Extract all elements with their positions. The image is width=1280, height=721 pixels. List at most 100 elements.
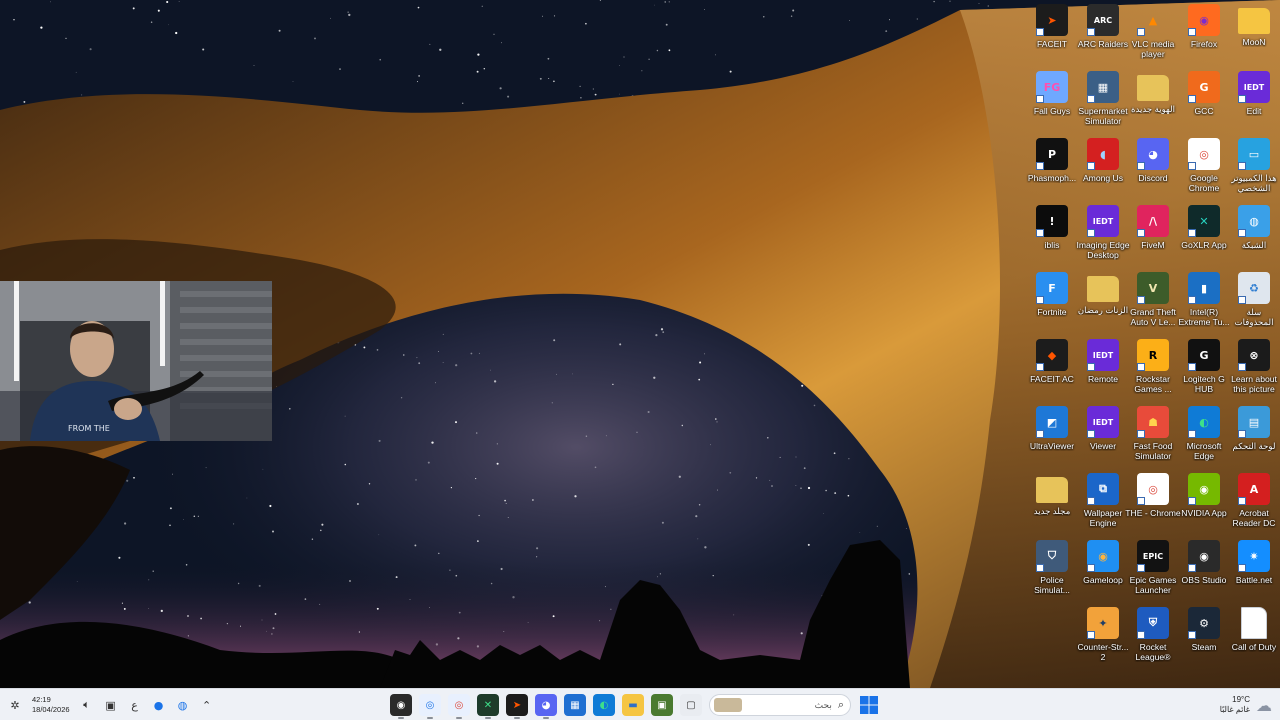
star [455,574,458,577]
faceit-ac-icon: ◆ [1036,339,1068,371]
desktop-icon[interactable]: ◎ THE - Chrome [1125,469,1181,535]
desktop-icon[interactable]: V Grand Theft Auto V Le... [1127,268,1179,334]
desktop-icon[interactable]: P Phasmoph... [1026,134,1078,200]
desktop-icon[interactable]: ◉ OBS Studio [1178,536,1230,602]
star [647,410,650,414]
display-icon[interactable]: ▣ [104,699,118,712]
star [825,489,827,492]
desktop-icon[interactable]: IEDT Edit [1228,67,1280,133]
desktop-icon[interactable]: EPIC Epic Games Launcher [1127,536,1179,602]
notification-bell-icon[interactable]: ✲ [8,699,22,712]
star [409,599,411,600]
star [356,502,359,506]
network-icon[interactable]: ◍ [176,699,190,712]
desktop-icon[interactable]: ◎ Google Chrome [1178,134,1230,200]
desktop-icon[interactable]: ◉ NVIDIA App [1178,469,1230,535]
star [455,364,458,367]
desktop-icon[interactable]: F Fortnite [1026,268,1078,334]
desktop-icon[interactable]: ✕ GoXLR App [1178,201,1230,267]
gcc-icon: G [1188,71,1220,103]
desktop-icon[interactable]: MooN [1228,0,1280,66]
counter-strike-icon: ✦ [1087,607,1119,639]
volume-icon[interactable]: 🔈︎ [80,698,94,712]
star [233,523,235,525]
desktop-icon[interactable]: /\ FiveM [1127,201,1179,267]
file-explorer-taskbar-icon[interactable]: ▬ [622,694,644,716]
desktop-icon[interactable]: R Rockstar Games ... [1127,335,1179,401]
chrome-taskbar-icon[interactable]: ◎ [419,694,441,719]
desktop-icon[interactable]: A Acrobat Reader DC [1228,469,1280,535]
desktop-icon[interactable]: ◖ Among Us [1077,134,1129,200]
store-taskbar-icon[interactable]: ▦ [564,694,586,716]
desktop-icon[interactable]: ➤ FACEIT [1026,0,1078,66]
task-view-taskbar-icon[interactable]: ▢ [680,694,702,716]
weather-widget[interactable]: 19°C غائم غالبًا ☁ [1220,691,1272,719]
desktop-icon[interactable]: ✷ Battle.net [1228,536,1280,602]
star [612,383,614,386]
desktop-icon[interactable]: ☗ Fast Food Simulator [1127,402,1179,468]
desktop-icon[interactable]: ⛨ Rocket League® [1127,603,1179,669]
folder-icon [1137,75,1169,101]
desktop-icon[interactable]: IEDT Viewer [1077,402,1129,468]
desktop-icon[interactable]: Call of Duty [1228,603,1280,669]
edge-taskbar-icon[interactable]: ◐ [593,694,615,716]
desktop-icon[interactable]: ◩ UltraViewer [1026,402,1078,468]
discord-taskbar-icon[interactable]: ◕ [535,694,557,719]
star [205,467,207,469]
vlc-icon: ▲ [1137,4,1169,36]
desktop-icon[interactable]: ⧉ Wallpaper Engine [1077,469,1129,535]
star [536,556,538,558]
desktop-icon[interactable]: ◕ Discord [1127,134,1179,200]
desktop-icon[interactable]: ✦ Counter-Str... 2 [1077,603,1129,669]
desktop-icon[interactable]: G GCC [1178,67,1230,133]
clock[interactable]: 42:19 18/04/2026 [32,695,70,715]
desktop-icon[interactable]: الزنات رمضان [1077,268,1129,334]
start-button[interactable] [858,694,880,716]
nvidia-icon: ◉ [1188,473,1220,505]
fortnite-icon: F [1036,272,1068,304]
star [733,614,735,616]
desktop-icon-label: Logitech G HUB [1183,374,1225,394]
desktop-icon[interactable]: ⛉ Police Simulat... [1026,536,1078,602]
star [833,452,836,455]
desktop-icon[interactable]: مجلد جديد [1026,469,1078,535]
chrome-profile-taskbar-icon[interactable]: ◎ [448,694,470,719]
desktop-icon-label: Battle.net [1235,575,1273,585]
desktop-icon[interactable]: FG Fall Guys [1026,67,1078,133]
desktop-icon[interactable]: ◐ Microsoft Edge [1178,402,1230,468]
desktop-icon[interactable]: ! iblis [1026,201,1078,267]
desktop-icon[interactable]: ◆ FACEIT AC [1026,335,1078,401]
minecraft-taskbar-icon[interactable]: ▣ [651,694,673,716]
desktop-icon[interactable]: ARC ARC Raiders [1077,0,1129,66]
chevron-up-icon[interactable]: ⌃ [200,699,214,712]
desktop-icon[interactable]: ▦ Supermarket Simulator [1077,67,1129,133]
star [585,435,588,437]
search-box[interactable]: بحث ⌕ [709,694,851,716]
desktop-icon[interactable]: ◍ الشبكة [1228,201,1280,267]
desktop-icon[interactable]: ⊗ Learn about this picture [1228,335,1280,401]
star [695,515,698,518]
star [461,102,464,105]
faceit-taskbar-icon[interactable]: ➤ [506,694,528,719]
desktop-icon[interactable]: IEDT Imaging Edge Desktop [1076,201,1130,267]
star [763,16,765,18]
desktop-icon[interactable]: ◉ Gameloop [1077,536,1129,602]
desktop-icon[interactable]: الهوية جديدة [1127,67,1179,133]
language-indicator[interactable]: ع [128,699,142,712]
desktop-icon[interactable]: ⚙ Steam [1178,603,1230,669]
microphone-icon[interactable]: ● [152,699,166,712]
terminal-taskbar-icon[interactable]: ✕ [477,694,499,719]
desktop-icon[interactable]: ▭ هذا الكمبيوتر الشخصي [1228,134,1280,200]
desktop-icon[interactable]: ◉ Firefox [1178,0,1230,66]
star [807,486,811,490]
webcam-feed-image: FROM THE [0,281,272,441]
obs-taskbar-icon[interactable]: ◉ [390,694,412,719]
desktop-icon[interactable]: G Logitech G HUB [1178,335,1230,401]
desktop-icon[interactable]: IEDT Remote [1077,335,1129,401]
desktop-icon[interactable]: ▤ لوحة التحكم [1228,402,1280,468]
desktop-icon[interactable]: ♻ سلة المحذوفات [1228,268,1280,334]
desktop-icon[interactable]: ▮ Intel(R) Extreme Tu... [1178,268,1230,334]
iblis-icon: ! [1036,205,1068,237]
star [496,462,499,465]
desktop-icon[interactable]: ▲ VLC media player [1127,0,1179,66]
